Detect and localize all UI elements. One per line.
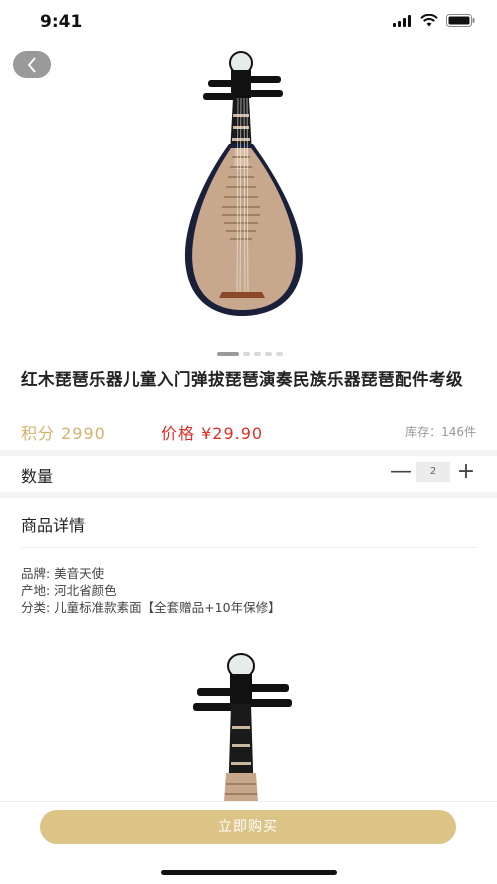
buy-now-button[interactable]: 立即购买 <box>40 810 456 844</box>
quantity-row: 数量 — 2 + <box>0 458 497 490</box>
details-title: 商品详情 <box>21 516 86 535</box>
pipa-detail-image <box>193 653 292 801</box>
carousel-dot[interactable] <box>254 352 261 356</box>
price-row: 积分 2990 价格 ¥29.90 库存：146件 <box>21 420 476 444</box>
stock-count: 库存：146件 <box>405 425 476 439</box>
status-bar: 9:41 <box>0 0 497 44</box>
carousel-dots <box>217 352 283 356</box>
status-time: 9:41 <box>40 12 83 32</box>
product-title: 红木琵琶乐器儿童入门弹拔琵琶演奏民族乐器琵琶配件考级 <box>21 370 463 389</box>
carousel-dot[interactable] <box>265 352 272 356</box>
carousel-dot[interactable] <box>243 352 250 356</box>
spec-category: 分类: 儿童标准款素面【全套赠品+10年保修】 <box>21 600 281 615</box>
product-image-carousel[interactable] <box>0 44 497 344</box>
carousel-dot[interactable] <box>217 352 239 356</box>
points-value: 积分 2990 <box>21 424 106 443</box>
price-value: 价格 ¥29.90 <box>161 424 264 443</box>
battery-icon <box>446 14 475 27</box>
quantity-input[interactable]: 2 <box>416 462 450 482</box>
carousel-dot[interactable] <box>276 352 283 356</box>
bottom-bar: 立即购买 <box>0 801 497 884</box>
decrease-button[interactable]: — <box>390 461 412 483</box>
back-button[interactable] <box>13 51 51 78</box>
quantity-label: 数量 <box>21 467 54 486</box>
detail-image <box>0 648 497 801</box>
wifi-icon <box>420 14 438 27</box>
section-divider <box>0 492 497 498</box>
section-divider <box>0 450 497 456</box>
details-divider <box>21 547 476 548</box>
status-icons <box>393 14 475 27</box>
chevron-left-icon <box>27 56 36 73</box>
quantity-stepper: — 2 + <box>390 461 476 483</box>
increase-button[interactable]: + <box>456 461 476 483</box>
pipa-image <box>184 51 303 316</box>
signal-icon <box>393 14 411 27</box>
home-indicator <box>161 870 337 875</box>
